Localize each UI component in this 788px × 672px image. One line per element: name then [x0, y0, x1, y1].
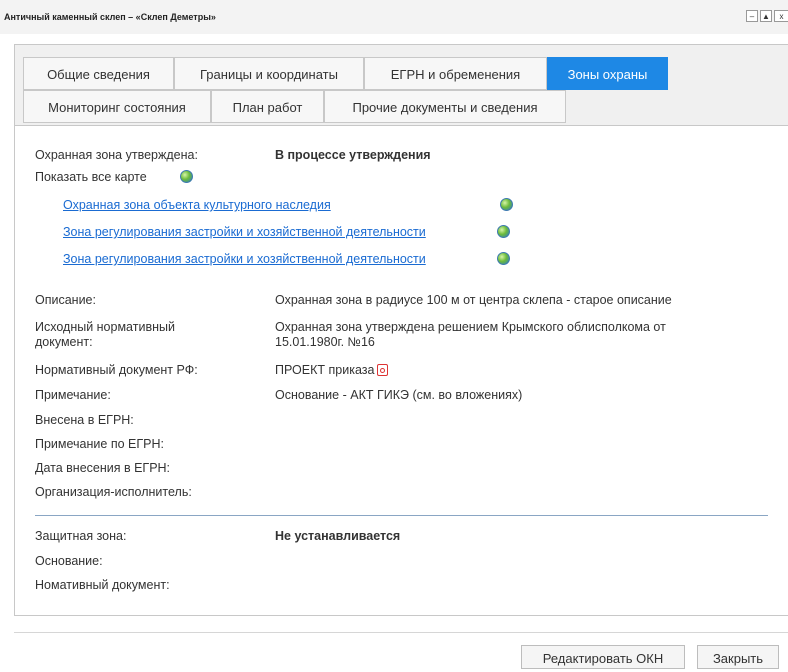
- note-value: Основание - АКТ ГИКЭ (см. во вложениях): [275, 388, 523, 402]
- protect-zone-label: Защитная зона:: [35, 529, 127, 543]
- window-title: Античный каменный склеп – «Склеп Деметры…: [4, 12, 216, 22]
- source-doc-value-line2: 15.01.1980г. №16: [275, 335, 375, 349]
- tab-work-plan[interactable]: План работ: [211, 90, 324, 123]
- maximize-button[interactable]: ▲: [760, 10, 772, 22]
- minimize-button[interactable]: –: [746, 10, 758, 22]
- source-doc-label: Исходный нормативный: [35, 320, 175, 334]
- description-value: Охранная зона в радиусе 100 м от центра …: [275, 293, 672, 307]
- zone-approved-label: Охранная зона утверждена:: [35, 148, 198, 162]
- description-label: Описание:: [35, 293, 96, 307]
- tab-other-docs[interactable]: Прочие документы и сведения: [324, 90, 566, 123]
- egrn-note-label: Примечание по ЕГРН:: [35, 437, 164, 451]
- globe-icon[interactable]: [497, 225, 510, 238]
- rf-doc-label: Нормативный документ РФ:: [35, 363, 198, 377]
- zone-link-heritage[interactable]: Охранная зона объекта культурного наслед…: [63, 198, 331, 212]
- egrn-label: Внесена в ЕГРН:: [35, 413, 134, 427]
- source-doc-value: Охранная зона утверждена решением Крымск…: [275, 320, 666, 334]
- rf-doc-value: ПРОЕКТ приказа: [275, 363, 389, 377]
- rf-doc-text: ПРОЕКТ приказа: [275, 363, 375, 377]
- basis-label: Основание:: [35, 554, 103, 568]
- org-label: Организация-исполнитель:: [35, 485, 192, 499]
- content-panel: Общие сведения Границы и координаты ЕГРН…: [14, 44, 788, 616]
- protect-zone-value: Не устанавливается: [275, 529, 401, 543]
- zone-approved-value: В процессе утверждения: [275, 148, 431, 162]
- show-all-on-map-label: Показать все карте: [35, 170, 147, 184]
- egrn-date-label: Дата внесения в ЕГРН:: [35, 461, 171, 475]
- tab-bar: Общие сведения Границы и координаты ЕГРН…: [15, 45, 788, 126]
- tab-general[interactable]: Общие сведения: [23, 57, 174, 90]
- source-doc-label-line2: документ:: [35, 335, 93, 349]
- close-window-button[interactable]: x: [774, 10, 788, 22]
- globe-icon[interactable]: [500, 198, 513, 211]
- globe-icon[interactable]: [180, 170, 193, 183]
- section-divider: [35, 515, 768, 516]
- normative-doc-label: Номативный документ:: [35, 578, 170, 592]
- pdf-icon[interactable]: [377, 364, 389, 376]
- note-label: Примечание:: [35, 388, 111, 402]
- zone-link-regulation-2[interactable]: Зона регулирования застройки и хозяйстве…: [63, 252, 426, 266]
- tab-protection-zones[interactable]: Зоны охраны: [547, 57, 668, 90]
- tab-monitoring[interactable]: Мониторинг состояния: [23, 90, 211, 123]
- tab-borders[interactable]: Границы и координаты: [174, 57, 364, 90]
- footer-divider: [14, 632, 788, 633]
- zone-link-regulation-1[interactable]: Зона регулирования застройки и хозяйстве…: [63, 225, 426, 239]
- window-titlebar: Античный каменный склеп – «Склеп Деметры…: [0, 0, 788, 34]
- tab-egrn[interactable]: ЕГРН и обременения: [364, 57, 547, 90]
- close-button[interactable]: Закрыть: [697, 645, 779, 669]
- globe-icon[interactable]: [497, 252, 510, 265]
- edit-okn-button[interactable]: Редактировать ОКН: [521, 645, 685, 669]
